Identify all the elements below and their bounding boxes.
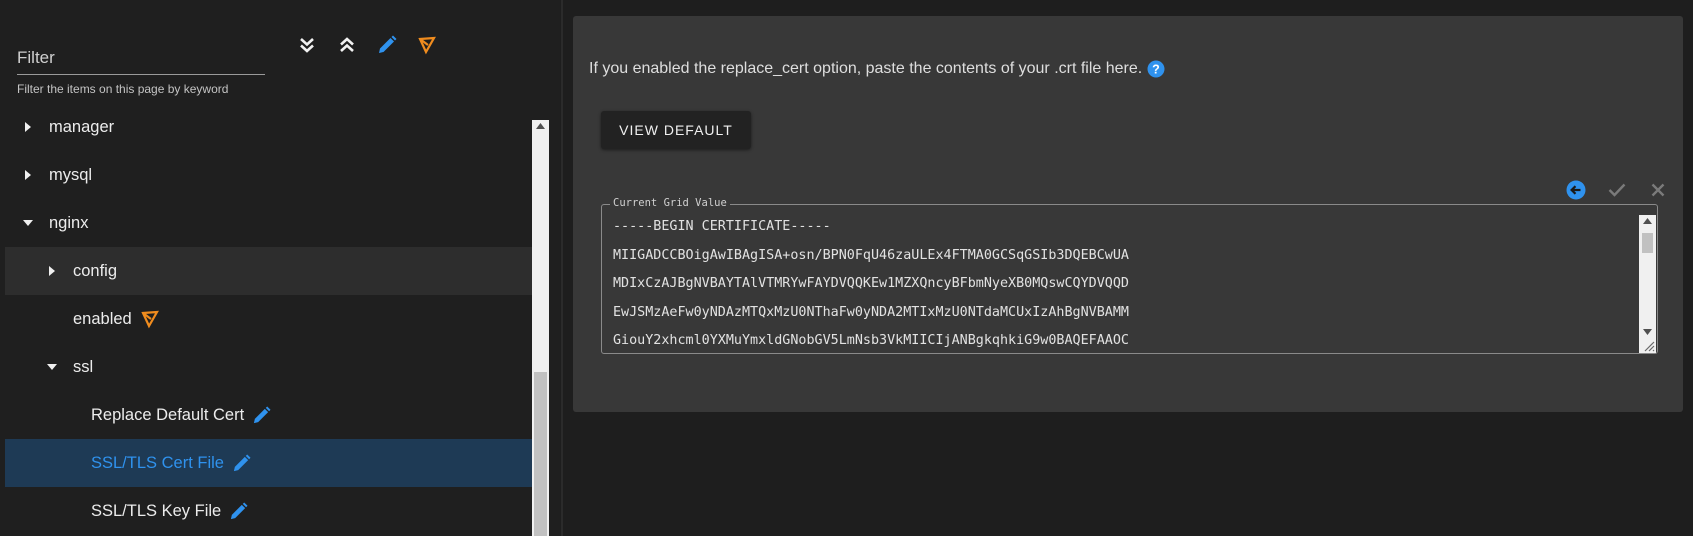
tree-item-label: SSL/TLS Key File [91, 501, 222, 520]
textarea-scrollbar[interactable] [1639, 215, 1656, 353]
pencil-icon [378, 35, 396, 53]
cancel-button[interactable] [1647, 179, 1669, 201]
tree-item-label: config [73, 261, 118, 280]
field-legend: Current Grid Value [610, 197, 730, 209]
tree-item-label: manager [49, 117, 115, 136]
tree-item-label: SSL/TLS Cert File [91, 453, 224, 472]
filter-input[interactable] [17, 40, 265, 75]
settings-tree: manager mysql nginx config enabled ssl R… [5, 103, 532, 536]
caret-right-icon[interactable] [17, 121, 39, 133]
filter-group: Filter the items on this page by keyword [17, 40, 265, 96]
cert-line: -----BEGIN CERTIFICATE----- [613, 219, 831, 234]
tree-item-ssl-tls-key-file[interactable]: SSL/TLS Key File [5, 487, 532, 535]
double-chevron-up-icon [339, 36, 354, 52]
panel-divider[interactable] [561, 0, 563, 536]
check-icon [1608, 183, 1626, 197]
tree-item-label: mysql [49, 165, 93, 184]
pencil-icon[interactable] [252, 405, 271, 425]
tree-item-ssl[interactable]: ssl [5, 343, 532, 391]
cert-line: GiouY2xhcml0YXMuYmxldGNobGV5LmNsb3VkMIIC… [613, 333, 1129, 348]
tree-item-label: Replace Default Cert [91, 405, 245, 424]
api-node-icon[interactable] [140, 309, 160, 329]
edit-mode-button[interactable] [375, 33, 398, 56]
svg-text:?: ? [1152, 63, 1160, 77]
view-default-button[interactable]: VIEW DEFAULT [601, 111, 751, 149]
textarea-scrollbar-thumb[interactable] [1642, 233, 1653, 253]
cert-line: MDIxCzAJBgNVBAYTAlVTMRYwFAYDVQQKEw1MZXQn… [613, 276, 1129, 291]
revert-button[interactable] [1565, 179, 1587, 201]
caret-down-icon[interactable] [41, 362, 63, 372]
filter-hint: Filter the items on this page by keyword [17, 82, 229, 96]
tree-item-replace-default-cert[interactable]: Replace Default Cert [5, 391, 532, 439]
tree-scrollbar-thumb[interactable] [534, 372, 547, 536]
current-grid-value-field[interactable]: Current Grid Value -----BEGIN CERTIFICAT… [601, 197, 1658, 354]
api-node-icon [417, 36, 436, 54]
tree-item-mysql[interactable]: mysql [5, 151, 532, 199]
scroll-up-arrow-icon[interactable] [1643, 218, 1652, 224]
close-icon [1651, 183, 1665, 197]
cert-line: MIIGADCCBOigAwIBAgISA+osn/BPN0FqU46zaULE… [613, 247, 1129, 263]
grid-value-actions [1565, 179, 1669, 201]
expand-all-button[interactable] [295, 33, 318, 56]
cert-textarea[interactable]: -----BEGIN CERTIFICATE----- MIIGADCCBOig… [602, 213, 1639, 353]
help-icon[interactable]: ? [1147, 60, 1165, 78]
tree-item-manager[interactable]: manager [5, 103, 532, 151]
scroll-down-arrow-icon[interactable] [1643, 329, 1652, 335]
tree-item-label: ssl [73, 357, 94, 376]
tree-item-config[interactable]: config [5, 247, 532, 295]
tree-scrollbar[interactable] [532, 120, 549, 536]
api-button[interactable] [415, 33, 438, 56]
confirm-button[interactable] [1606, 179, 1628, 201]
tree-item-label: enabled [73, 309, 132, 328]
tree-item-ssl-tls-cert-file[interactable]: SSL/TLS Cert File [5, 439, 532, 487]
caret-right-icon[interactable] [41, 265, 63, 277]
setting-description: If you enabled the replace_cert option, … [589, 60, 1165, 78]
setting-detail-card: If you enabled the replace_cert option, … [573, 16, 1683, 412]
setting-description-text: If you enabled the replace_cert option, … [589, 60, 1143, 77]
tree-item-label: nginx [49, 213, 89, 232]
caret-down-icon[interactable] [17, 218, 39, 228]
tree-toolbar [295, 33, 438, 56]
collapse-all-button[interactable] [335, 33, 358, 56]
tree-item-enabled[interactable]: enabled [5, 295, 532, 343]
scroll-up-arrow-icon[interactable] [536, 123, 545, 129]
tree-item-nginx[interactable]: nginx [5, 199, 532, 247]
double-chevron-down-icon [299, 37, 314, 53]
resize-grip-icon[interactable] [1643, 340, 1655, 352]
cert-line: EwJSMzAeFw0yNDAzMTQxMzU0NThaFw0yNDA2MTIx… [613, 304, 1129, 320]
pencil-icon[interactable] [232, 453, 251, 473]
tree-panel: Filter the items on this page by keyword [0, 0, 560, 536]
pencil-icon[interactable] [229, 501, 248, 521]
caret-right-icon[interactable] [17, 169, 39, 181]
arrow-left-circle-icon [1566, 180, 1586, 200]
